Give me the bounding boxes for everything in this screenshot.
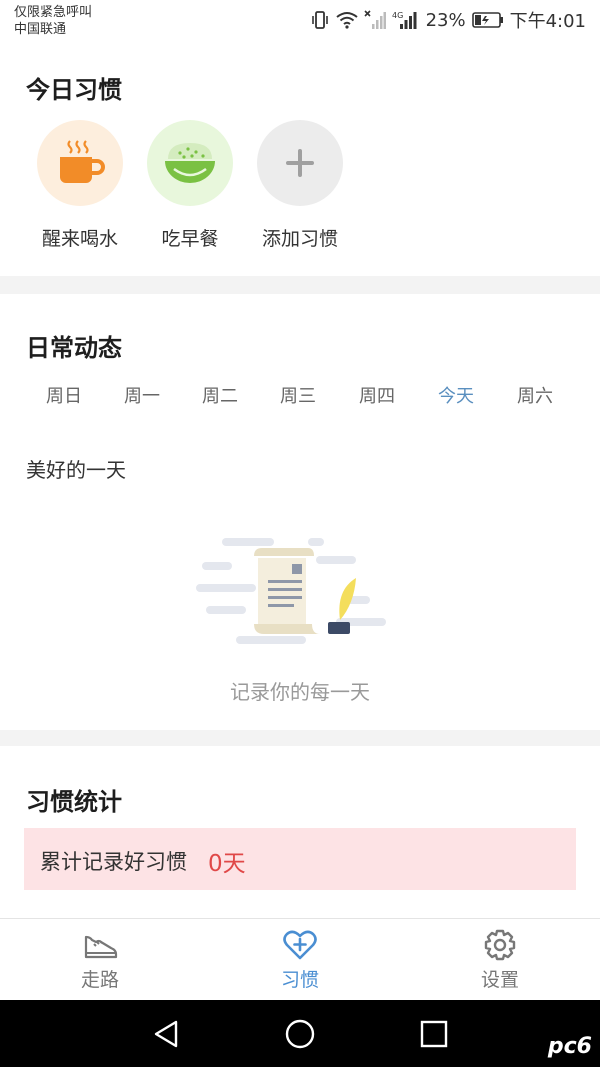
habit-icon-circle bbox=[257, 120, 343, 206]
battery-percent: 23% bbox=[425, 9, 466, 31]
week-day-tue[interactable]: 周二 bbox=[190, 382, 250, 408]
vibrate-icon bbox=[311, 11, 328, 29]
week-day-mon[interactable]: 周一 bbox=[112, 382, 172, 408]
status-bar: 仅限紧急呼叫 中国联通 4G 23% 下午4:01 bbox=[0, 0, 600, 44]
week-tabs: 周日 周一 周二 周三 周四 今天 周六 bbox=[0, 382, 600, 412]
week-day-thu[interactable]: 周四 bbox=[347, 382, 407, 408]
habit-icon-circle bbox=[147, 120, 233, 206]
tab-settings[interactable]: 设置 bbox=[440, 929, 560, 992]
daily-section: 日常动态 bbox=[0, 294, 600, 730]
wifi-icon bbox=[335, 12, 358, 29]
tab-habit[interactable]: 习惯 bbox=[240, 929, 360, 992]
today-habits-title: 今日习惯 bbox=[26, 76, 122, 104]
habit-label: 添加习惯 bbox=[261, 228, 338, 250]
back-triangle-icon[interactable] bbox=[150, 1018, 182, 1050]
week-day-wed[interactable]: 周三 bbox=[268, 382, 328, 408]
today-habits-section: 今日习惯 醒来喝水 吃早餐 添加习惯 bbox=[0, 44, 600, 276]
stats-title: 习惯统计 bbox=[26, 788, 122, 816]
recent-square-icon[interactable] bbox=[418, 1018, 450, 1050]
tab-label: 习惯 bbox=[280, 969, 319, 991]
system-nav-bar: pc6 bbox=[0, 1000, 600, 1067]
no-signal-icon bbox=[363, 10, 386, 29]
carrier-info: 仅限紧急呼叫 中国联通 bbox=[14, 4, 92, 38]
week-day-sun[interactable]: 周日 bbox=[34, 382, 94, 408]
tab-label: 设置 bbox=[480, 969, 519, 991]
tab-label: 走路 bbox=[80, 969, 119, 991]
scroll-quill-icon bbox=[196, 538, 386, 644]
habit-icon-circle bbox=[37, 120, 123, 206]
habit-item-drink-water[interactable]: 醒来喝水 bbox=[25, 120, 135, 251]
plus-icon bbox=[286, 149, 314, 177]
status-icons: 4G 23% 下午4:01 bbox=[310, 8, 586, 32]
week-day-today[interactable]: 今天 bbox=[426, 382, 486, 408]
carrier-line-emergency: 仅限紧急呼叫 bbox=[14, 5, 93, 20]
add-habit-button[interactable]: 添加习惯 bbox=[245, 120, 355, 251]
section-divider bbox=[0, 276, 600, 294]
signal-4g-icon: 4G bbox=[392, 11, 417, 29]
habit-total-value: 0天 bbox=[208, 851, 246, 877]
carrier-line-operator: 中国联通 bbox=[14, 22, 67, 37]
rice-bowl-icon bbox=[165, 143, 215, 183]
network-type-label: 4G bbox=[392, 11, 403, 20]
battery-icon bbox=[471, 12, 503, 28]
empty-state-text: 记录你的每一天 bbox=[230, 680, 370, 704]
daily-subtitle: 美好的一天 bbox=[26, 458, 126, 482]
bottom-tab-bar: 走路 习惯 设置 bbox=[0, 918, 600, 1000]
habit-total-card: 累计记录好习惯 0天 bbox=[24, 828, 576, 890]
gear-icon bbox=[484, 929, 516, 961]
habit-label: 吃早餐 bbox=[161, 228, 219, 250]
habit-total-label: 累计记录好习惯 bbox=[40, 850, 187, 874]
coffee-cup-icon bbox=[60, 140, 105, 183]
watermark-logo: pc6 bbox=[547, 1034, 592, 1059]
home-circle-icon[interactable] bbox=[284, 1018, 316, 1050]
shoe-icon bbox=[84, 935, 118, 959]
tab-walk[interactable]: 走路 bbox=[40, 929, 160, 992]
habit-item-breakfast[interactable]: 吃早餐 bbox=[135, 120, 245, 251]
clock: 下午4:01 bbox=[509, 11, 586, 32]
daily-title: 日常动态 bbox=[26, 334, 122, 362]
section-divider bbox=[0, 730, 600, 746]
heart-plus-icon bbox=[283, 930, 317, 960]
week-day-sat[interactable]: 周六 bbox=[505, 382, 565, 408]
habit-label: 醒来喝水 bbox=[41, 228, 118, 250]
